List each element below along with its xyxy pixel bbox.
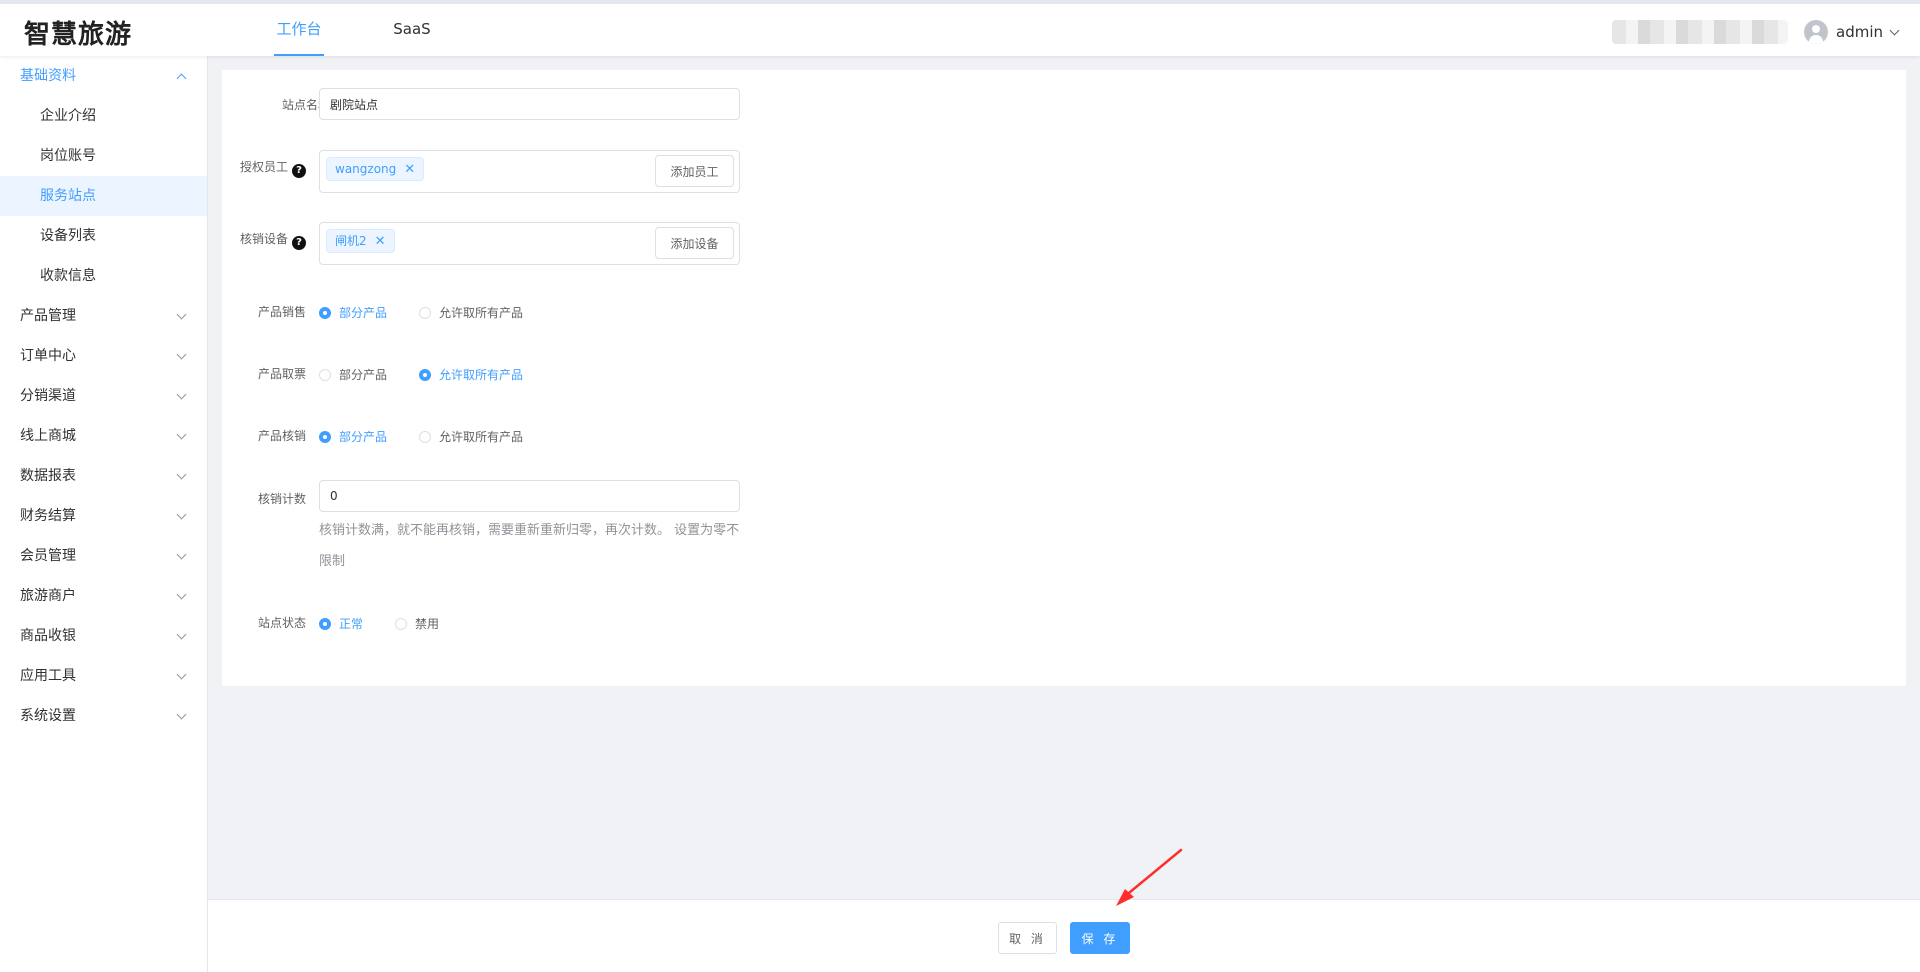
close-icon[interactable]: ✕ (404, 162, 415, 177)
sidebar-item-company-intro[interactable]: 企业介绍 (0, 96, 207, 136)
username: admin (1836, 23, 1883, 41)
sidebar-item-service-sites[interactable]: 服务站点 (0, 176, 207, 216)
chevron-down-icon (176, 509, 187, 520)
sidebar-item-orders[interactable]: 订单中心 (0, 336, 207, 376)
chevron-down-icon (176, 629, 187, 640)
tab-saas[interactable]: SaaS (392, 4, 432, 56)
staff-label: 授权员工? (240, 158, 307, 178)
verify-radio-partial[interactable]: 部分产品 (319, 428, 387, 445)
device-tag-box[interactable]: 闸机2 ✕ 添加设备 (319, 222, 740, 265)
verify-radio-all[interactable]: 允许取所有产品 (419, 428, 523, 445)
sidebar-item-online-mall[interactable]: 线上商城 (0, 416, 207, 456)
ticket-label: 产品取票 (258, 367, 307, 381)
chevron-up-icon (176, 73, 187, 84)
chevron-down-icon (176, 389, 187, 400)
chevron-down-icon (1889, 25, 1900, 35)
avatar (1804, 20, 1828, 44)
sidebar-item-products[interactable]: 产品管理 (0, 296, 207, 336)
blurred-info (1612, 20, 1788, 44)
sidebar-item-distribution[interactable]: 分销渠道 (0, 376, 207, 416)
sidebar-item-basic-info[interactable]: 基础资料 (0, 56, 207, 96)
sidebar-item-post-accounts[interactable]: 岗位账号 (0, 136, 207, 176)
tab-workbench[interactable]: 工作台 (274, 4, 324, 56)
sidebar-item-device-list[interactable]: 设备列表 (0, 216, 207, 256)
staff-tag: wangzong ✕ (326, 157, 425, 181)
chevron-down-icon (176, 589, 187, 600)
device-tag: 闸机2 ✕ (326, 229, 395, 253)
help-icon[interactable]: ? (292, 236, 307, 250)
site-name-input[interactable] (319, 88, 740, 120)
sidebar: 基础资料 企业介绍 岗位账号 服务站点 设备列表 收款信息 产品管理 订单中心 … (0, 56, 208, 972)
top-header: 智慧旅游 工作台 SaaS admin (0, 0, 1920, 56)
device-label: 核销设备? (240, 230, 307, 250)
save-button[interactable]: 保 存 (1070, 922, 1130, 954)
ticket-radio-all[interactable]: 允许取所有产品 (419, 366, 523, 383)
status-radio-disabled[interactable]: 禁用 (395, 615, 439, 632)
count-hint: 核销计数满，就不能再核销，需要重新重新归零，再次计数。 设置为零不限制 (319, 523, 740, 569)
cancel-button[interactable]: 取 消 (998, 922, 1057, 954)
chevron-down-icon (176, 669, 187, 680)
status-label: 站点状态 (258, 616, 307, 630)
ticket-radio-partial[interactable]: 部分产品 (319, 366, 387, 383)
help-icon[interactable]: ? (292, 164, 307, 178)
sidebar-item-cashier[interactable]: 商品收银 (0, 616, 207, 656)
close-icon[interactable]: ✕ (375, 234, 386, 249)
status-radio-normal[interactable]: 正常 (319, 615, 363, 632)
count-input[interactable] (319, 480, 740, 512)
site-form-card: 站点名称 授权员工? wangzong✕ 添加员工 核销设备? 闸机2✕ 添加设… (222, 70, 1906, 686)
sidebar-item-finance[interactable]: 财务结算 (0, 496, 207, 536)
add-device-button[interactable]: 添加设备 (655, 227, 734, 259)
count-label: 核销计数 (258, 492, 307, 506)
chevron-down-icon (176, 709, 187, 720)
sale-radio-partial[interactable]: 部分产品 (319, 304, 387, 321)
sale-radio-all[interactable]: 允许取所有产品 (419, 304, 523, 321)
sidebar-item-payment-info[interactable]: 收款信息 (0, 256, 207, 296)
chevron-down-icon (176, 549, 187, 560)
sale-label: 产品销售 (258, 305, 307, 319)
user-menu[interactable]: admin (1804, 19, 1900, 45)
footer-bar: 取 消 保 存 (208, 899, 1920, 972)
sidebar-item-tools[interactable]: 应用工具 (0, 656, 207, 696)
add-staff-button[interactable]: 添加员工 (655, 155, 734, 187)
chevron-down-icon (176, 349, 187, 360)
app-logo: 智慧旅游 (24, 20, 133, 50)
verify-label: 产品核销 (258, 429, 307, 443)
red-arrow-annotation (1116, 848, 1183, 906)
sidebar-item-settings[interactable]: 系统设置 (0, 696, 207, 736)
chevron-down-icon (176, 429, 187, 440)
sidebar-item-merchants[interactable]: 旅游商户 (0, 576, 207, 616)
staff-tag-box[interactable]: wangzong ✕ 添加员工 (319, 150, 740, 193)
chevron-down-icon (176, 469, 187, 480)
sidebar-item-members[interactable]: 会员管理 (0, 536, 207, 576)
chevron-down-icon (176, 309, 187, 320)
sidebar-item-reports[interactable]: 数据报表 (0, 456, 207, 496)
